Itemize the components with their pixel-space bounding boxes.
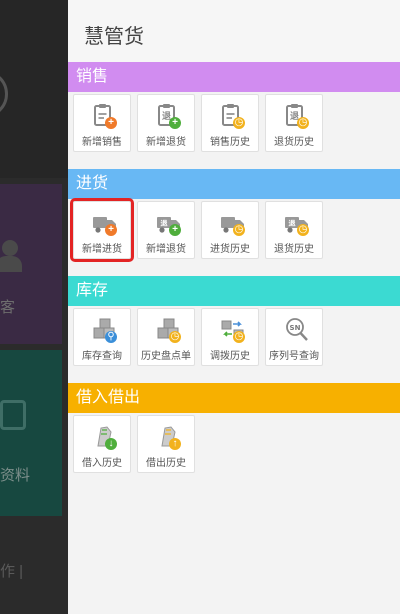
- drawer-title: 慧管货: [68, 0, 400, 62]
- svg-text:SN: SN: [290, 324, 301, 332]
- background-app: 客 资料 作 |: [0, 0, 68, 614]
- clock-badge-icon: ◷: [233, 331, 245, 343]
- tile-label: 退货历史: [274, 137, 314, 148]
- borrow-in-history-button[interactable]: ↓ 借入历史: [73, 415, 131, 473]
- svg-text:退: 退: [161, 219, 168, 228]
- borrow-out-history-button[interactable]: ↑ 借出历史: [137, 415, 195, 473]
- new-sale-return-button[interactable]: 退 + 新增退货: [137, 94, 195, 152]
- tile-label: 序列号查询: [269, 351, 319, 362]
- new-sale-button[interactable]: + 新增销售: [73, 94, 131, 152]
- section-header-sales: 销售: [68, 62, 400, 92]
- section-inventory: ⚲ 库存查询 ◷ 历史盘点单 ◷ 调拨历史 SN 序列号查询: [68, 306, 400, 383]
- tile-label: 借出历史: [146, 458, 186, 469]
- add-badge-icon: +: [105, 224, 117, 236]
- tile-label: 新增退货: [146, 137, 186, 148]
- serial-number-search-button[interactable]: SN 序列号查询: [265, 308, 323, 366]
- background-data-tile[interactable]: [0, 350, 62, 516]
- svg-text:退: 退: [289, 219, 296, 228]
- tile-label: 销售历史: [210, 137, 250, 148]
- clock-badge-icon: ◷: [233, 117, 245, 129]
- add-badge-icon: +: [169, 117, 181, 129]
- section-header-borrow: 借入借出: [68, 383, 400, 413]
- section-header-inventory: 库存: [68, 276, 400, 306]
- tile-label: 新增退货: [146, 244, 186, 255]
- tile-label: 进货历史: [210, 244, 250, 255]
- section-sales: + 新增销售 退 + 新增退货 ◷ 销售历史 退 ◷ 退货历史: [68, 92, 400, 169]
- add-badge-icon: +: [169, 224, 181, 236]
- background-label-work: 作 |: [0, 563, 24, 580]
- section-borrow: ↓ 借入历史 ↑ 借出历史: [68, 413, 400, 490]
- sale-return-history-button[interactable]: 退 ◷ 退货历史: [265, 94, 323, 152]
- tile-label: 历史盘点单: [141, 351, 191, 362]
- section-header-purchase: 进货: [68, 169, 400, 199]
- history-stocktake-button[interactable]: ◷ 历史盘点单: [137, 308, 195, 366]
- tile-label: 新增进货: [82, 244, 122, 255]
- arrow-down-badge-icon: ↓: [105, 438, 117, 450]
- transfer-history-button[interactable]: ◷ 调拨历史: [201, 308, 259, 366]
- search-badge-icon: ⚲: [105, 331, 117, 343]
- background-label-data: 资料: [0, 467, 31, 484]
- tile-label: 库存查询: [82, 351, 122, 362]
- arrow-up-badge-icon: ↑: [169, 438, 181, 450]
- background-label-customer: 客: [0, 299, 16, 316]
- tile-label: 新增销售: [82, 137, 122, 148]
- document-icon: [0, 400, 26, 430]
- clock-badge-icon: ◷: [233, 224, 245, 236]
- clock-badge-icon: ◷: [297, 224, 309, 236]
- inventory-search-button[interactable]: ⚲ 库存查询: [73, 308, 131, 366]
- tile-label: 借入历史: [82, 458, 122, 469]
- new-purchase-return-button[interactable]: 退 + 新增退货: [137, 201, 195, 259]
- purchase-history-button[interactable]: ◷ 进货历史: [201, 201, 259, 259]
- tile-label: 退货历史: [274, 244, 314, 255]
- sale-history-button[interactable]: ◷ 销售历史: [201, 94, 259, 152]
- purchase-return-history-button[interactable]: 退 ◷ 退货历史: [265, 201, 323, 259]
- clock-badge-icon: ◷: [169, 331, 181, 343]
- add-badge-icon: +: [105, 117, 117, 129]
- serial-search-icon: SN: [286, 318, 308, 341]
- tile-label: 调拨历史: [210, 351, 250, 362]
- person-icon: [0, 240, 22, 272]
- section-purchase: + 新增进货 退 + 新增退货 ◷ 进货历史 退 ◷ 退货历史: [68, 198, 400, 276]
- clock-badge-icon: ◷: [297, 117, 309, 129]
- new-purchase-button[interactable]: + 新增进货: [70, 198, 134, 262]
- navigation-drawer: 慧管货 销售 + 新增销售 退 + 新增退货 ◷ 销售历史 退 ◷ 退货历史 进…: [68, 0, 400, 614]
